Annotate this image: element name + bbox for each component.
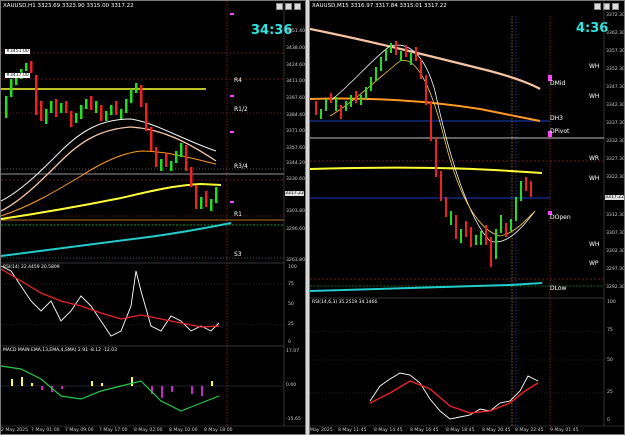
price-axis-label: 3397.60: [286, 96, 305, 101]
level-r1-label: R1: [234, 211, 242, 218]
time-axis-label: 7 May 01:00: [31, 428, 60, 433]
level-dlow-label: DLow: [550, 285, 567, 292]
time-axis-label: 8 May 14:45: [374, 428, 403, 433]
price-axis-label: 3337.30: [606, 121, 625, 126]
time-axis-label: 8 May 11:45: [338, 428, 367, 433]
time-axis-label: 2 May 2025: [1, 428, 29, 433]
time-axis-label: 7 May 17:00: [99, 428, 128, 433]
price-axis-label: 3303.80: [286, 209, 305, 214]
level-s3-label: S3: [234, 251, 242, 258]
price-axis-label: 3297.30: [606, 267, 625, 272]
time-axis-label: 9 May 01:45: [550, 428, 579, 433]
price-axis-label: 3342.30: [606, 103, 625, 108]
rsi-axis-label: 25: [288, 322, 294, 327]
candles-h1: [5, 61, 218, 211]
rsi-axis-label: 75: [607, 328, 613, 333]
rsi-label: RSI(14,6,3) 35.2519 34.1466: [312, 300, 378, 305]
level-wr-label: WR: [589, 155, 600, 162]
macd-axis-label: -15.65: [286, 417, 301, 422]
price-axis-label: 3451.40: [286, 29, 305, 34]
level-dopen-label: DOpen: [550, 214, 571, 221]
price-axis-label: 3263.80: [286, 258, 305, 263]
price-axis-label: 3357.30: [606, 49, 625, 54]
level-wh-label: WH: [589, 175, 600, 182]
price-axis-label: 3411.00: [286, 79, 305, 84]
level-dpivot-label: DPivot: [550, 128, 570, 135]
price-axis-label: 3357.60: [286, 146, 305, 151]
price-axis-label: 3292.30: [606, 285, 625, 290]
rsi-axis-label: 0: [607, 418, 610, 423]
rsi-axis-label: 0: [288, 340, 291, 345]
price-axis-label: 3290.60: [286, 227, 305, 232]
rsi-axis-label: 75: [288, 282, 294, 287]
level-wh-label: WH: [589, 63, 600, 70]
chart-window-m15[interactable]: XAUUSD,M15 3316.97 3317.84 3315.01 3317.…: [309, 0, 625, 435]
price-axis-label: 3312.30: [606, 213, 625, 218]
rsi-axis-label: 50: [288, 302, 294, 307]
level-r1-2-label: R1/2: [234, 106, 248, 113]
price-axis-label: 3344.20: [286, 161, 305, 166]
chart-window-h1[interactable]: XAUUSD,H1 3323.69 3323.90 3315.00 3317.2…: [0, 0, 306, 435]
price-axis-label: 3362.30: [606, 31, 625, 36]
price-axis-label: 3330.60: [286, 177, 305, 182]
candles-m15: [315, 41, 532, 267]
time-axis-label: 8 May 18:45: [446, 428, 475, 433]
price-tag: #3451.00: [5, 49, 30, 54]
price-axis-label: 3322.30: [606, 175, 625, 180]
rsi-axis-label: 50: [607, 358, 613, 363]
level-wh-label: WH: [589, 93, 600, 100]
level-r4-label: R4: [234, 77, 242, 84]
price-axis-label: 3352.30: [606, 67, 625, 72]
time-axis-label: 8 May 16:45: [410, 428, 439, 433]
time-axis-label: 8 May 10:00: [169, 428, 198, 433]
price-axis-label: 3438.00: [286, 46, 305, 51]
macd-axis-label: 17.07: [286, 349, 300, 354]
time-axis-label: 8 May 18:00: [204, 428, 233, 433]
rsi-axis-label: 100: [288, 265, 297, 270]
time-axis-label: 8 May 20:45: [482, 428, 511, 433]
macd-axis-label: 0.00: [286, 383, 297, 388]
time-axis-label: 8 May 22:45: [515, 428, 544, 433]
rsi-axis-label: 100: [607, 300, 616, 305]
price-chart-m15[interactable]: [310, 1, 625, 435]
price-axis-label: 3372.30: [606, 13, 625, 18]
rsi-axis-label: 25: [607, 390, 613, 395]
time-axis-label: May 2025: [310, 428, 333, 433]
price-axis-label: 3371.00: [286, 129, 305, 134]
level-wh-label: WH: [589, 241, 600, 248]
macd-label: MACD MAIN EMA,13,EMA,4,SMA) 2.91 -8.12 -…: [3, 348, 117, 353]
price-axis-label: 3347.30: [606, 85, 625, 90]
price-tag: #3417.00: [5, 73, 30, 78]
level-dmid-label: DMid: [550, 80, 566, 87]
price-chart-h1[interactable]: [1, 1, 306, 435]
time-axis-label: 8 May 02:00: [134, 428, 163, 433]
time-axis-label: 7 May 09:00: [65, 428, 94, 433]
price-axis-label: 3307.30: [606, 231, 625, 236]
current-price-label: 3317.22: [605, 195, 624, 200]
price-axis-label: 3327.30: [606, 157, 625, 162]
current-price-label: 3317.22: [285, 191, 304, 196]
price-axis-label: 3302.30: [606, 249, 625, 254]
level-wp-label: WP: [589, 260, 599, 267]
level-r3-4-label: R3/4: [234, 163, 248, 170]
price-axis-label: 3332.30: [606, 139, 625, 144]
price-axis-label: 3384.40: [286, 113, 305, 118]
price-axis-label: 3424.60: [286, 63, 305, 68]
level-dh3-label: DH3: [550, 115, 563, 122]
rsi-label: RSI(14) 22.4459 20.5809: [3, 265, 60, 270]
